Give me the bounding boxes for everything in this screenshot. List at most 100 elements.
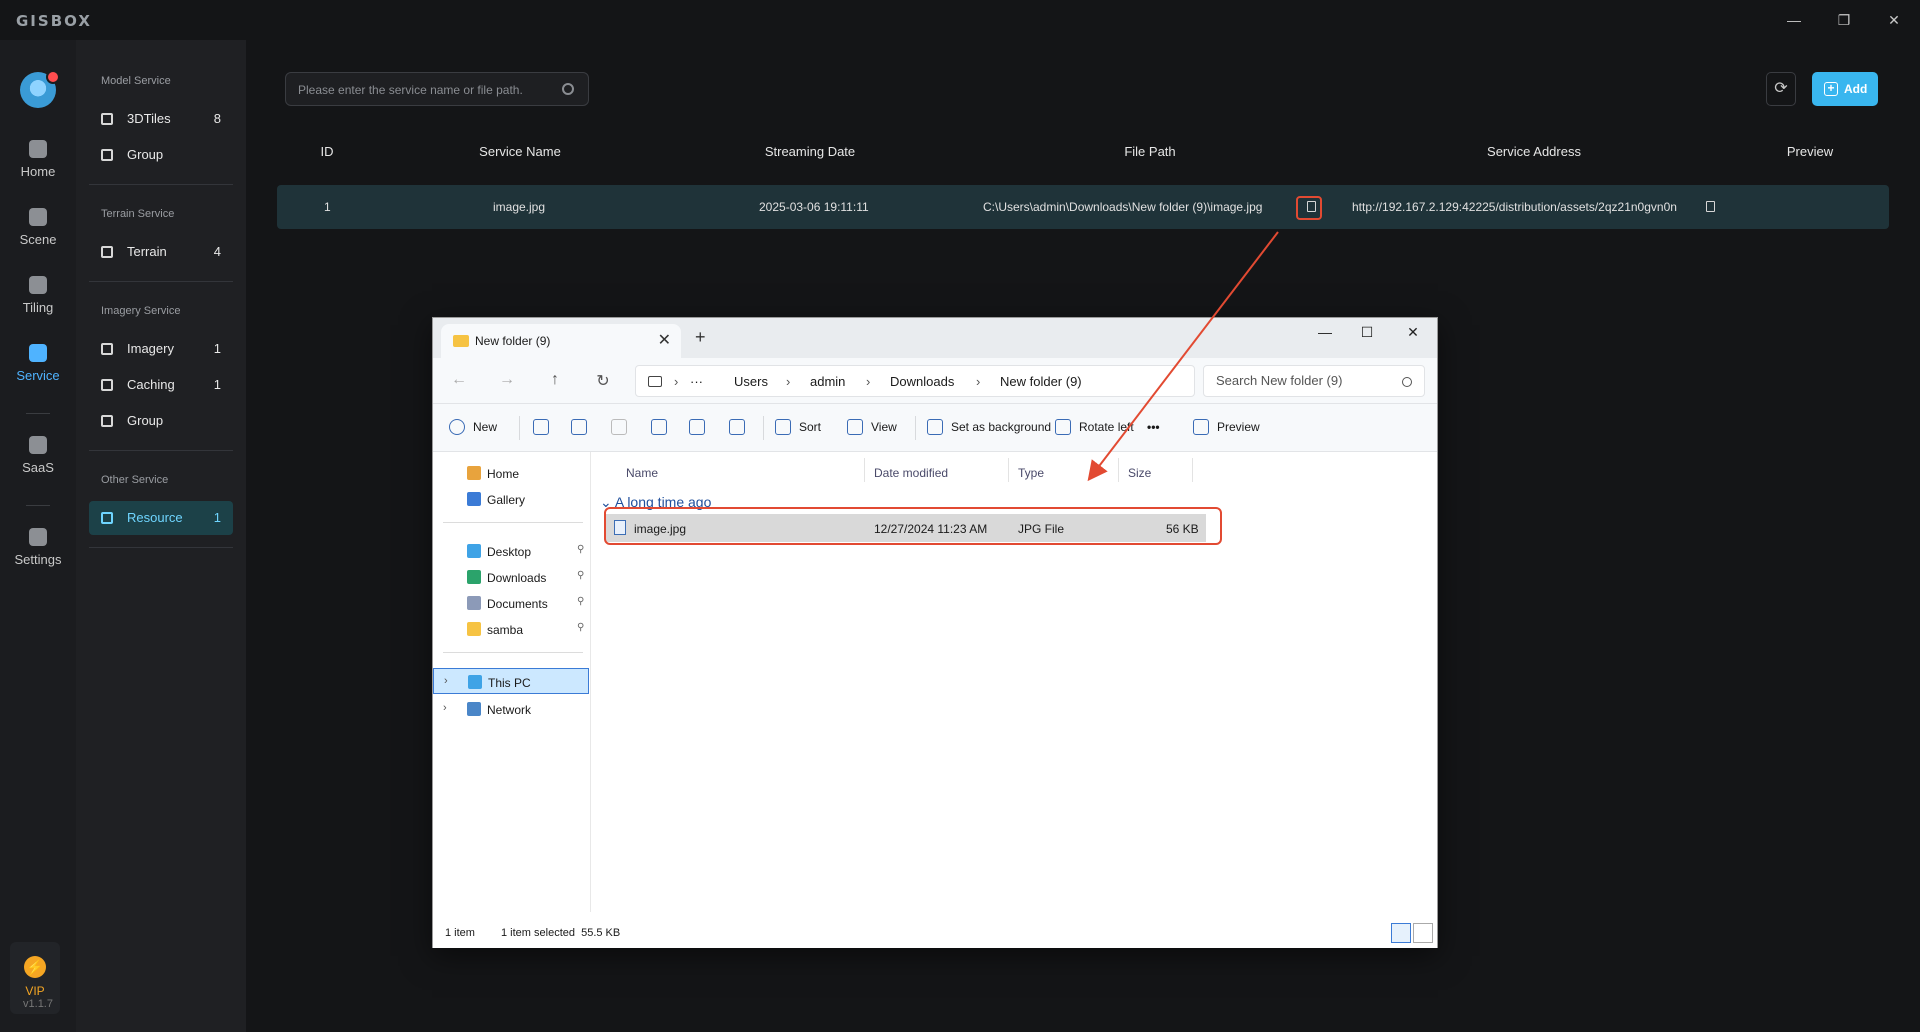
add-button[interactable]: + Add [1812,72,1878,106]
rotate-left-button[interactable]: Rotate left [1079,420,1134,434]
breadcrumb-new-folder[interactable]: New folder (9) [1000,374,1082,389]
nav-item-samba[interactable]: samba ⚲ [433,616,589,642]
tiles-view-icon[interactable] [1413,923,1433,943]
delete-icon[interactable] [729,419,745,435]
up-button[interactable]: ↑ [543,371,567,389]
network-icon [467,702,481,716]
status-selection: 1 item selected 55.5 KB [501,927,621,939]
sidebar-item-model-group[interactable]: Group [89,138,233,172]
share-icon[interactable] [689,419,705,435]
highlight-file-box [604,507,1222,545]
nav-item-label: Network [487,703,532,717]
nav-item-home[interactable]: Home [433,460,589,486]
sidebar-item-imagery-group[interactable]: Group [89,404,233,438]
minimize-button[interactable]: — [1774,8,1814,32]
sidebar-item-3dtiles[interactable]: 3DTiles 8 [89,102,233,136]
explorer-maximize-button[interactable]: ☐ [1347,324,1387,341]
search-input[interactable] [298,80,548,100]
preview-pane-icon [1193,419,1209,435]
cell-service-address: http://192.167.2.129:42225/distribution/… [1352,200,1677,214]
rail-item-saas[interactable]: SaaS [0,436,76,496]
sort-button[interactable]: Sort [799,420,821,434]
nav-item-documents[interactable]: Documents ⚲ [433,590,589,616]
cell-streaming-date: 2025-03-06 19:11:11 [759,200,869,214]
nav-item-label: Home [487,467,520,481]
details-view-icon[interactable] [1391,923,1411,943]
breadcrumb-users[interactable]: Users [734,374,768,389]
forward-button[interactable]: → [495,371,519,389]
nav-item-network[interactable]: › Network [433,696,589,722]
file-explorer-window: New folder (9) ✕ + — ☐ ✕ ← → ↑ ↻ › ··· U… [432,317,1438,948]
sidebar-item-terrain[interactable]: Terrain 4 [89,235,233,269]
nav-item-gallery[interactable]: Gallery [433,486,589,512]
rail-item-home[interactable]: Home [0,140,76,200]
rename-icon[interactable] [651,419,667,435]
rail-item-service[interactable]: Service [0,344,76,404]
copy-icon[interactable] [571,419,587,435]
refresh-icon[interactable]: ↻ [591,371,615,391]
pin-icon: ⚲ [577,570,585,581]
rail-item-settings[interactable]: Settings [0,528,76,588]
explorer-tab-bar: New folder (9) ✕ + — ☐ ✕ [433,318,1437,358]
column-date-modified[interactable]: Date modified [874,466,948,480]
documents-icon [467,596,481,610]
table-row[interactable]: 1 image.jpg 2025-03-06 19:11:11 C:\Users… [277,185,1889,229]
nav-item-downloads[interactable]: Downloads ⚲ [433,564,589,590]
nav-item-label: Gallery [487,493,526,507]
nav-divider [443,522,583,523]
explorer-close-button[interactable]: ✕ [1393,324,1433,341]
close-button[interactable]: ✕ [1874,8,1914,32]
sidebar-item-label: Group [127,413,164,428]
refresh-button[interactable]: ⟳ [1766,72,1796,106]
sidebar-item-count: 1 [213,341,221,356]
column-size[interactable]: Size [1128,466,1151,480]
column-type[interactable]: Type [1018,466,1044,480]
sort-icon [775,419,791,435]
breadcrumb-admin[interactable]: admin [810,374,845,389]
overflow-icon[interactable]: ··· [690,374,703,389]
tab-close-icon[interactable]: ✕ [658,330,671,350]
preview-button[interactable]: Preview [1217,420,1260,434]
cut-icon[interactable] [533,419,549,435]
back-button[interactable]: ← [447,371,471,389]
explorer-search [1203,365,1425,397]
sidebar-item-resource[interactable]: Resource 1 [89,501,233,535]
nav-item-this-pc[interactable]: › This PC [433,668,589,694]
nav-divider [443,652,583,653]
view-button[interactable]: View [871,420,897,434]
breadcrumb-downloads[interactable]: Downloads [890,374,954,389]
new-tab-button[interactable]: + [695,327,706,348]
address-bar[interactable]: › ··· Users › admin › Downloads › New fo… [635,365,1195,397]
rail-divider [26,413,50,414]
toolbar-divider [763,416,764,440]
column-name[interactable]: Name [626,466,658,480]
title-bar: GISBOX — ❐ ✕ [0,0,1920,40]
restore-button[interactable]: ❐ [1824,8,1864,32]
sidebar-item-label: 3DTiles [127,111,171,126]
cell-id: 1 [324,200,331,214]
paste-icon[interactable] [611,419,627,435]
rail-item-tiling[interactable]: Tiling [0,276,76,336]
nav-item-desktop[interactable]: Desktop ⚲ [433,538,589,564]
explorer-tab[interactable]: New folder (9) ✕ [441,324,681,358]
copy-address-icon[interactable] [1706,201,1715,212]
sidebar-item-label: Caching [127,377,175,392]
rail-label: Scene [19,232,57,247]
chevron-right-icon: › [786,374,791,389]
new-button[interactable]: New [473,420,497,434]
folder-icon [453,335,469,347]
explorer-search-input[interactable] [1216,373,1396,388]
explorer-minimize-button[interactable]: — [1305,324,1345,340]
set-background-button[interactable]: Set as background [951,420,1051,434]
chevron-right-icon[interactable]: › [443,702,447,714]
rail-item-scene[interactable]: Scene [0,208,76,268]
search-icon[interactable] [562,83,574,95]
tiling-icon [29,276,47,294]
sidebar-item-imagery[interactable]: Imagery 1 [89,332,233,366]
add-label: Add [1844,82,1868,96]
sidebar-item-caching[interactable]: Caching 1 [89,368,233,402]
chevron-right-icon[interactable]: › [444,675,448,687]
rail-label: SaaS [22,460,54,475]
vip-label: VIP [25,984,45,998]
more-options-button[interactable]: ••• [1147,420,1160,434]
